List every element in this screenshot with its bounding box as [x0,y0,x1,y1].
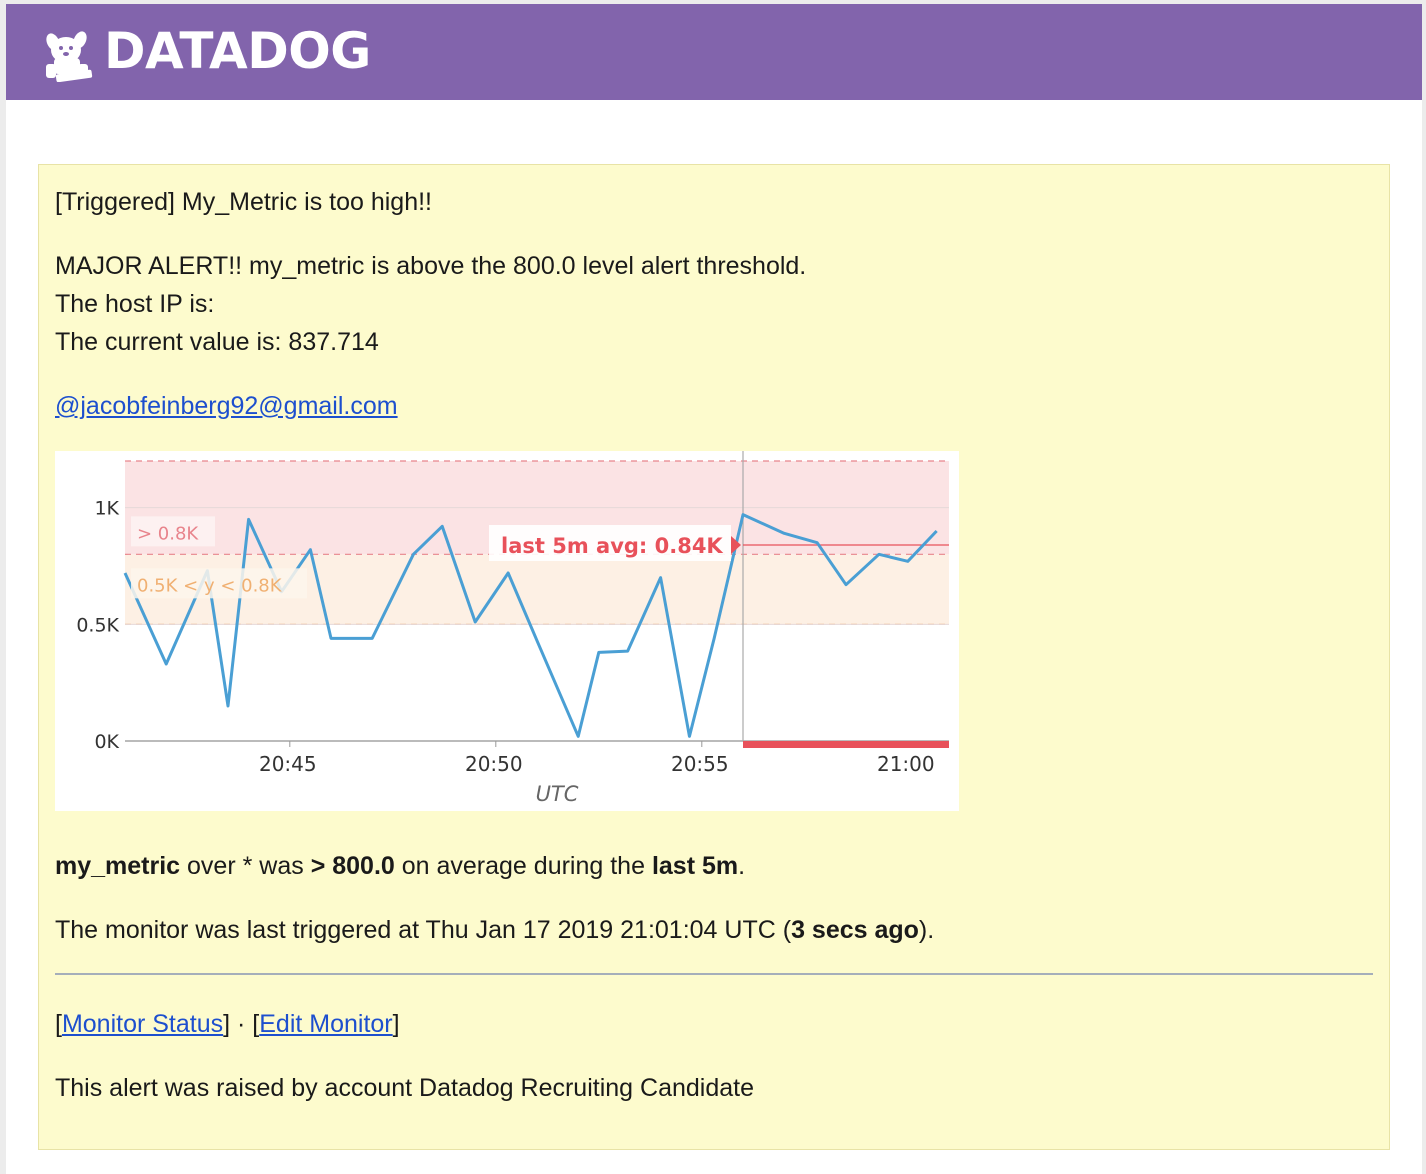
summary-middle: on average during the [394,852,652,880]
x-tick-label: 20:55 [671,752,729,776]
x-tick-label: 20:50 [465,752,523,776]
alert-message-line-3: The current value is: 837.714 [55,328,379,356]
x-tick-label: 20:45 [259,752,317,776]
datadog-logo[interactable]: DATADOG [36,18,371,84]
alert-message-line-2: The host IP is: [55,290,215,318]
metric-chart-svg: 0K 0.5K 1K 20:45 20:50 20:55 21:00 UTC > 0.8K 0.… [76,451,949,806]
bracket-close: ] [392,1010,400,1038]
bracket-open: [ [55,1010,62,1038]
summary-line: my_metric over * was > 800.0 on average … [55,847,745,885]
summary-over: over * was [180,852,311,880]
alert-card: [Triggered] My_Metric is too high!! MAJO… [38,164,1390,1150]
y-tick-label: 1K [94,498,119,520]
x-tick-label: 21:00 [877,752,935,776]
datadog-dog-icon [46,31,93,82]
summary-metric: my_metric [55,852,181,880]
mention-email-link[interactable]: @jacobfeinberg92@gmail.com [55,392,398,420]
x-axis-title: UTC [536,782,579,806]
monitor-status-link[interactable]: Monitor Status [62,1010,223,1038]
alert-threshold-label: > 0.8K [137,523,199,544]
trigger-ago: 3 secs ago [791,916,919,944]
avg-label: last 5m avg: 0.84K [501,534,723,558]
summary-condition: > 800.0 [310,852,395,880]
triggered-period-bar [743,741,949,748]
y-tick-label: 0K [94,731,119,753]
header-bar: DATADOG [6,4,1422,100]
monitor-links: [Monitor Status] · [Edit Monitor] [55,1005,400,1043]
metric-chart: 0K 0.5K 1K 20:45 20:50 20:55 21:00 UTC > 0.8K 0.… [55,451,959,811]
brand-wordmark: DATADOG [104,22,371,80]
y-tick-label: 0.5K [76,614,119,636]
alert-message-line-1: MAJOR ALERT!! my_metric is above the 800… [55,252,807,280]
divider [55,973,1373,975]
email-frame: DATADOG [Triggered] My_Metric is too hig… [6,4,1422,1174]
trigger-suffix: ). [918,916,935,944]
summary-end: . [738,852,746,880]
alert-title: [Triggered] My_Metric is too high!! [55,188,432,216]
edit-monitor-link[interactable]: Edit Monitor [259,1010,392,1038]
summary-window: last 5m [651,852,739,880]
trigger-prefix: The monitor was last triggered at Thu Ja… [55,916,792,944]
trigger-line: The monitor was last triggered at Thu Ja… [55,911,934,949]
links-separator: ] · [ [223,1010,260,1038]
warning-threshold-label: 0.5K < y < 0.8K [137,575,283,596]
account-footer: This alert was raised by account Datadog… [55,1074,754,1102]
